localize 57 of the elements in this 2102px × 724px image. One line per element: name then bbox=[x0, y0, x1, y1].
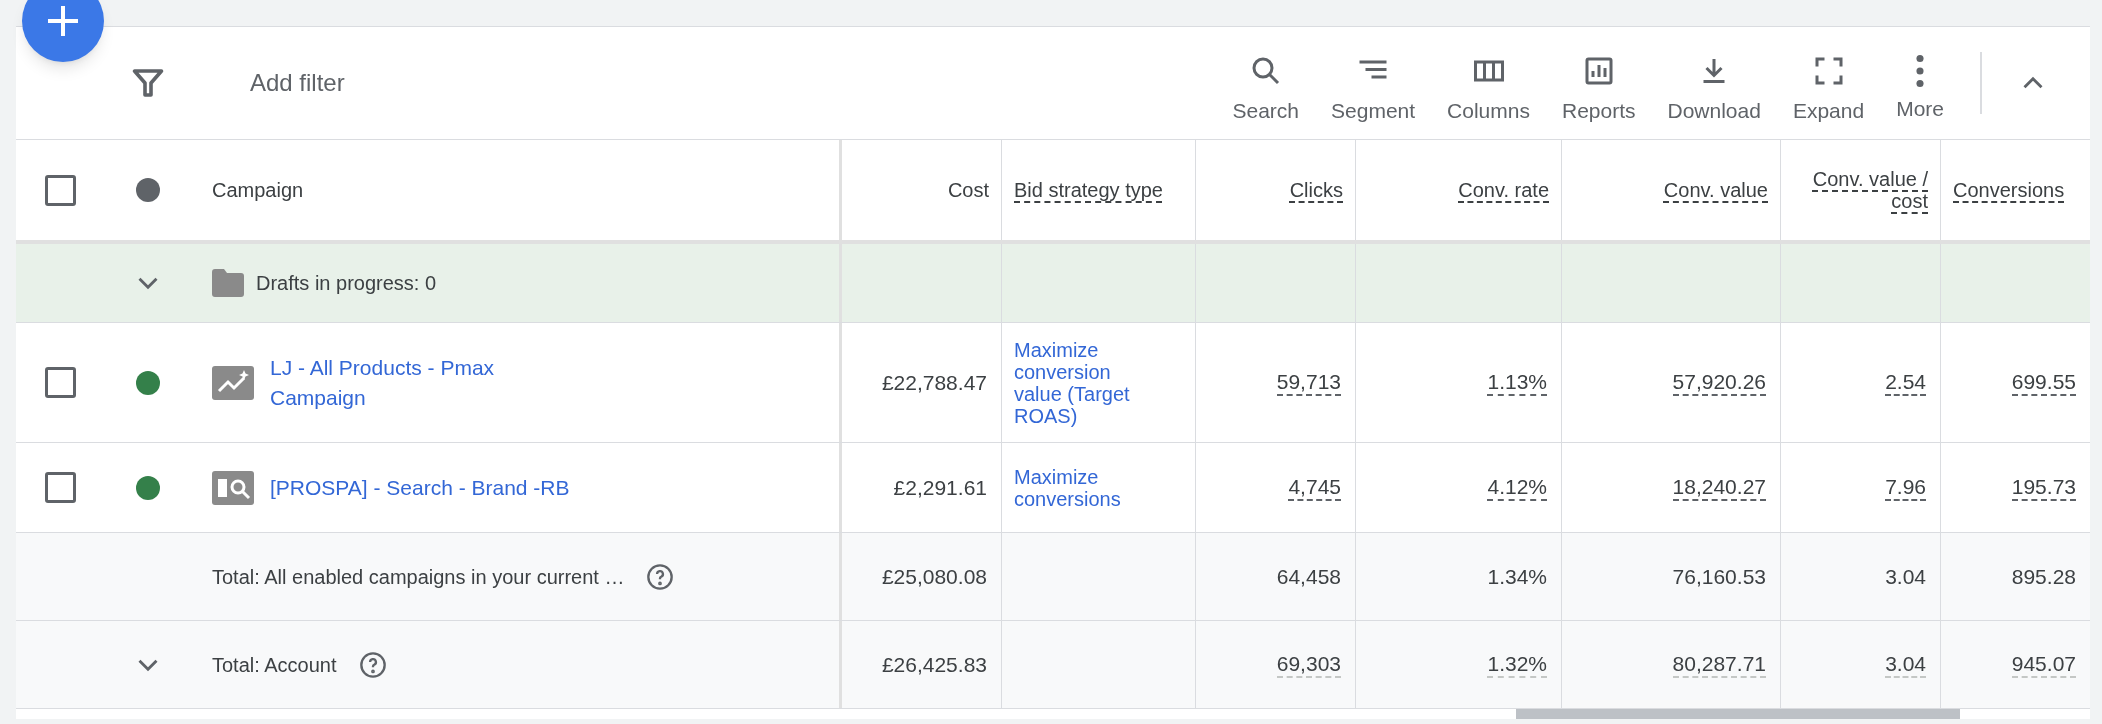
metric-value: 4.12% bbox=[1487, 474, 1547, 501]
cost-value: £26,425.83 bbox=[881, 651, 987, 678]
metric-value: 4,745 bbox=[1288, 474, 1341, 501]
checkbox[interactable] bbox=[45, 367, 76, 398]
cost-value: £2,291.61 bbox=[893, 474, 987, 501]
total-label: Total: Account bbox=[212, 652, 337, 678]
metric-value: 57,920.26 bbox=[1672, 369, 1766, 396]
metric-value: 7.96 bbox=[1885, 474, 1926, 501]
drafts-label: Drafts in progress: 0 bbox=[256, 271, 437, 296]
toolbar-button[interactable]: Reports bbox=[1545, 53, 1652, 127]
metric-value: 945.07 bbox=[2011, 651, 2076, 678]
toolbar-button[interactable]: More bbox=[1880, 55, 1960, 125]
campaign-link[interactable]: LJ - All Products - Pmax Campaign bbox=[270, 352, 570, 413]
metric-value: 69,303 bbox=[1276, 651, 1341, 678]
checkbox[interactable] bbox=[45, 174, 76, 206]
checkbox[interactable] bbox=[45, 472, 76, 503]
column-header[interactable]: Conversions bbox=[1953, 179, 2065, 201]
help-icon[interactable] bbox=[358, 650, 387, 679]
toolbar-button[interactable]: Expand bbox=[1776, 53, 1881, 127]
total-label: Total: All enabled campaigns in your current … bbox=[212, 564, 625, 590]
column-header[interactable]: Clicks bbox=[1289, 179, 1343, 201]
metric-value: 195.73 bbox=[2011, 474, 2076, 501]
campaign-link[interactable]: [PROSPA] - Search - Brand -RB bbox=[270, 472, 570, 503]
more-icon bbox=[1916, 55, 1925, 88]
metric-value: 76,160.53 bbox=[1672, 564, 1766, 589]
metric-value: 1.34% bbox=[1487, 564, 1547, 589]
bid-strategy-link[interactable]: Maximize conversion value (Target ROAS) bbox=[1014, 338, 1154, 427]
metric-value: 80,287.71 bbox=[1672, 651, 1766, 678]
column-header[interactable]: Cost bbox=[947, 179, 989, 201]
toolbar-button[interactable]: Columns bbox=[1431, 53, 1546, 127]
help-icon[interactable] bbox=[646, 562, 675, 591]
column-header[interactable]: Conv. value bbox=[1663, 179, 1768, 201]
metric-value: 1.32% bbox=[1487, 651, 1547, 678]
bid-strategy-link[interactable]: Maximize conversions bbox=[1014, 465, 1154, 510]
column-header[interactable]: Conv. value / cost bbox=[1793, 168, 1928, 212]
toolbar-button[interactable]: Search bbox=[1216, 53, 1316, 127]
chart-icon bbox=[212, 365, 254, 400]
metric-value: 2.54 bbox=[1885, 369, 1926, 396]
cost-value: £22,788.47 bbox=[881, 369, 987, 396]
metric-value: 59,713 bbox=[1276, 369, 1341, 396]
search-campaign-icon bbox=[212, 470, 254, 505]
metric-value: 3.04 bbox=[1885, 564, 1926, 589]
column-header[interactable]: Campaign bbox=[212, 179, 304, 201]
metric-value: 699.55 bbox=[2011, 369, 2076, 396]
column-header[interactable]: Bid strategy type bbox=[1014, 179, 1163, 201]
metric-value: 18,240.27 bbox=[1672, 474, 1766, 501]
cost-value: £25,080.08 bbox=[881, 563, 987, 590]
metric-value: 895.28 bbox=[2011, 564, 2076, 589]
column-header[interactable]: Conv. rate bbox=[1458, 179, 1549, 201]
metric-value: 64,458 bbox=[1276, 564, 1341, 589]
metric-value: 1.13% bbox=[1487, 369, 1547, 396]
filter-field[interactable]: Add filter bbox=[250, 65, 670, 101]
scrollbar-thumb[interactable] bbox=[1516, 709, 1960, 719]
toolbar-button[interactable]: Download bbox=[1651, 53, 1777, 127]
metric-value: 3.04 bbox=[1885, 651, 1926, 678]
toolbar-button[interactable]: Segment bbox=[1315, 53, 1432, 127]
folder-icon bbox=[212, 269, 244, 297]
